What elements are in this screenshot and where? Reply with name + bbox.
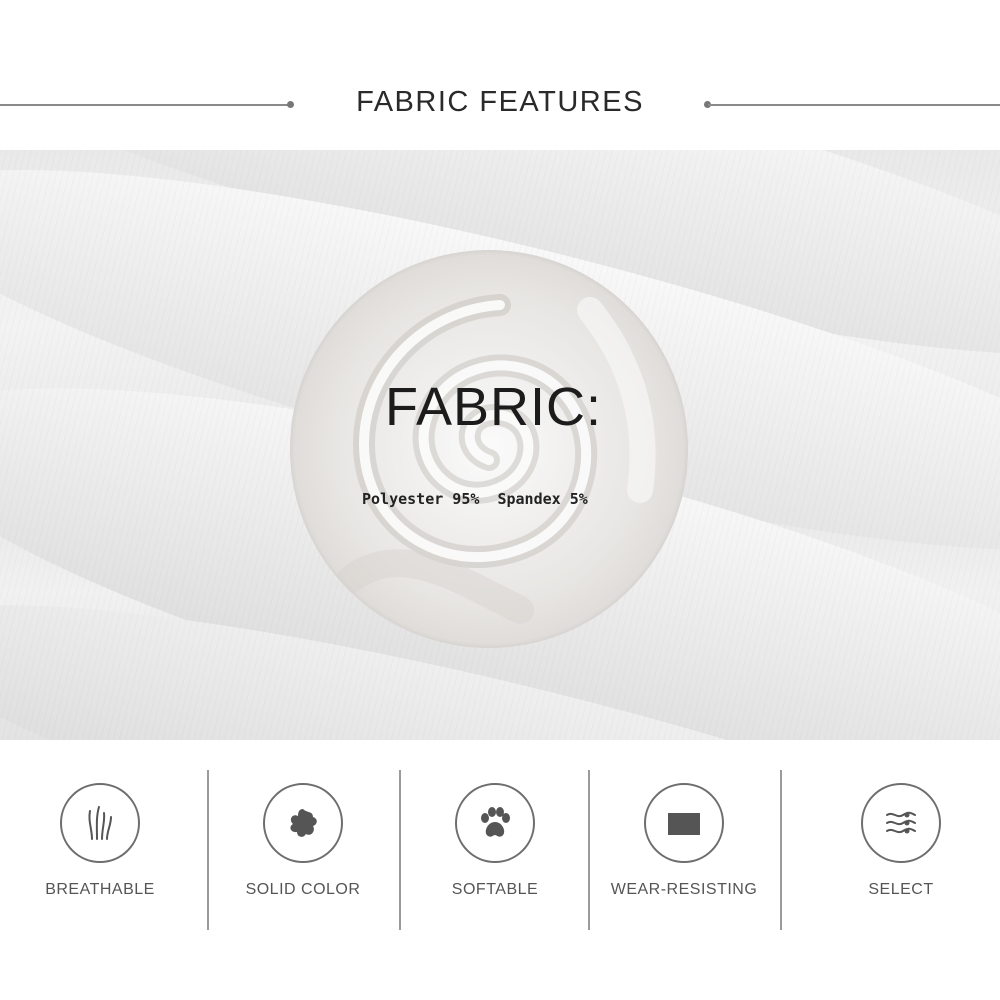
paint-splash-icon xyxy=(263,783,343,863)
threads-icon xyxy=(861,783,941,863)
grass-icon xyxy=(60,783,140,863)
page-title: FABRIC FEATURES xyxy=(356,86,644,118)
header-line-left xyxy=(0,104,290,106)
fabric-swirl-image xyxy=(290,250,688,648)
feature-label: SELECT xyxy=(868,881,934,898)
feature-solid-color: SOLID COLOR xyxy=(203,783,403,899)
feature-label: SOLID COLOR xyxy=(245,881,361,898)
feature-select: SELECT xyxy=(801,783,1000,899)
feature-label: BREATHABLE xyxy=(45,881,155,898)
fabric-composition: Polyester 95% Spandex 5% xyxy=(362,490,588,508)
header-dot-left xyxy=(287,101,294,108)
feature-label: SOFTABLE xyxy=(451,881,539,898)
feature-label: WEAR-RESISTING xyxy=(610,881,758,898)
swirl-graphic xyxy=(336,294,656,624)
section-header: FABRIC FEATURES xyxy=(0,0,1000,150)
fabric-label: FABRIC: xyxy=(385,377,603,437)
feature-wear-resisting: WEAR-RESISTING xyxy=(584,783,784,899)
fabric-swatch-icon xyxy=(644,783,724,863)
feature-softable: SOFTABLE xyxy=(395,783,595,899)
header-line-right xyxy=(708,104,1000,106)
paw-icon xyxy=(455,783,535,863)
feature-breathable: BREATHABLE xyxy=(0,783,200,899)
